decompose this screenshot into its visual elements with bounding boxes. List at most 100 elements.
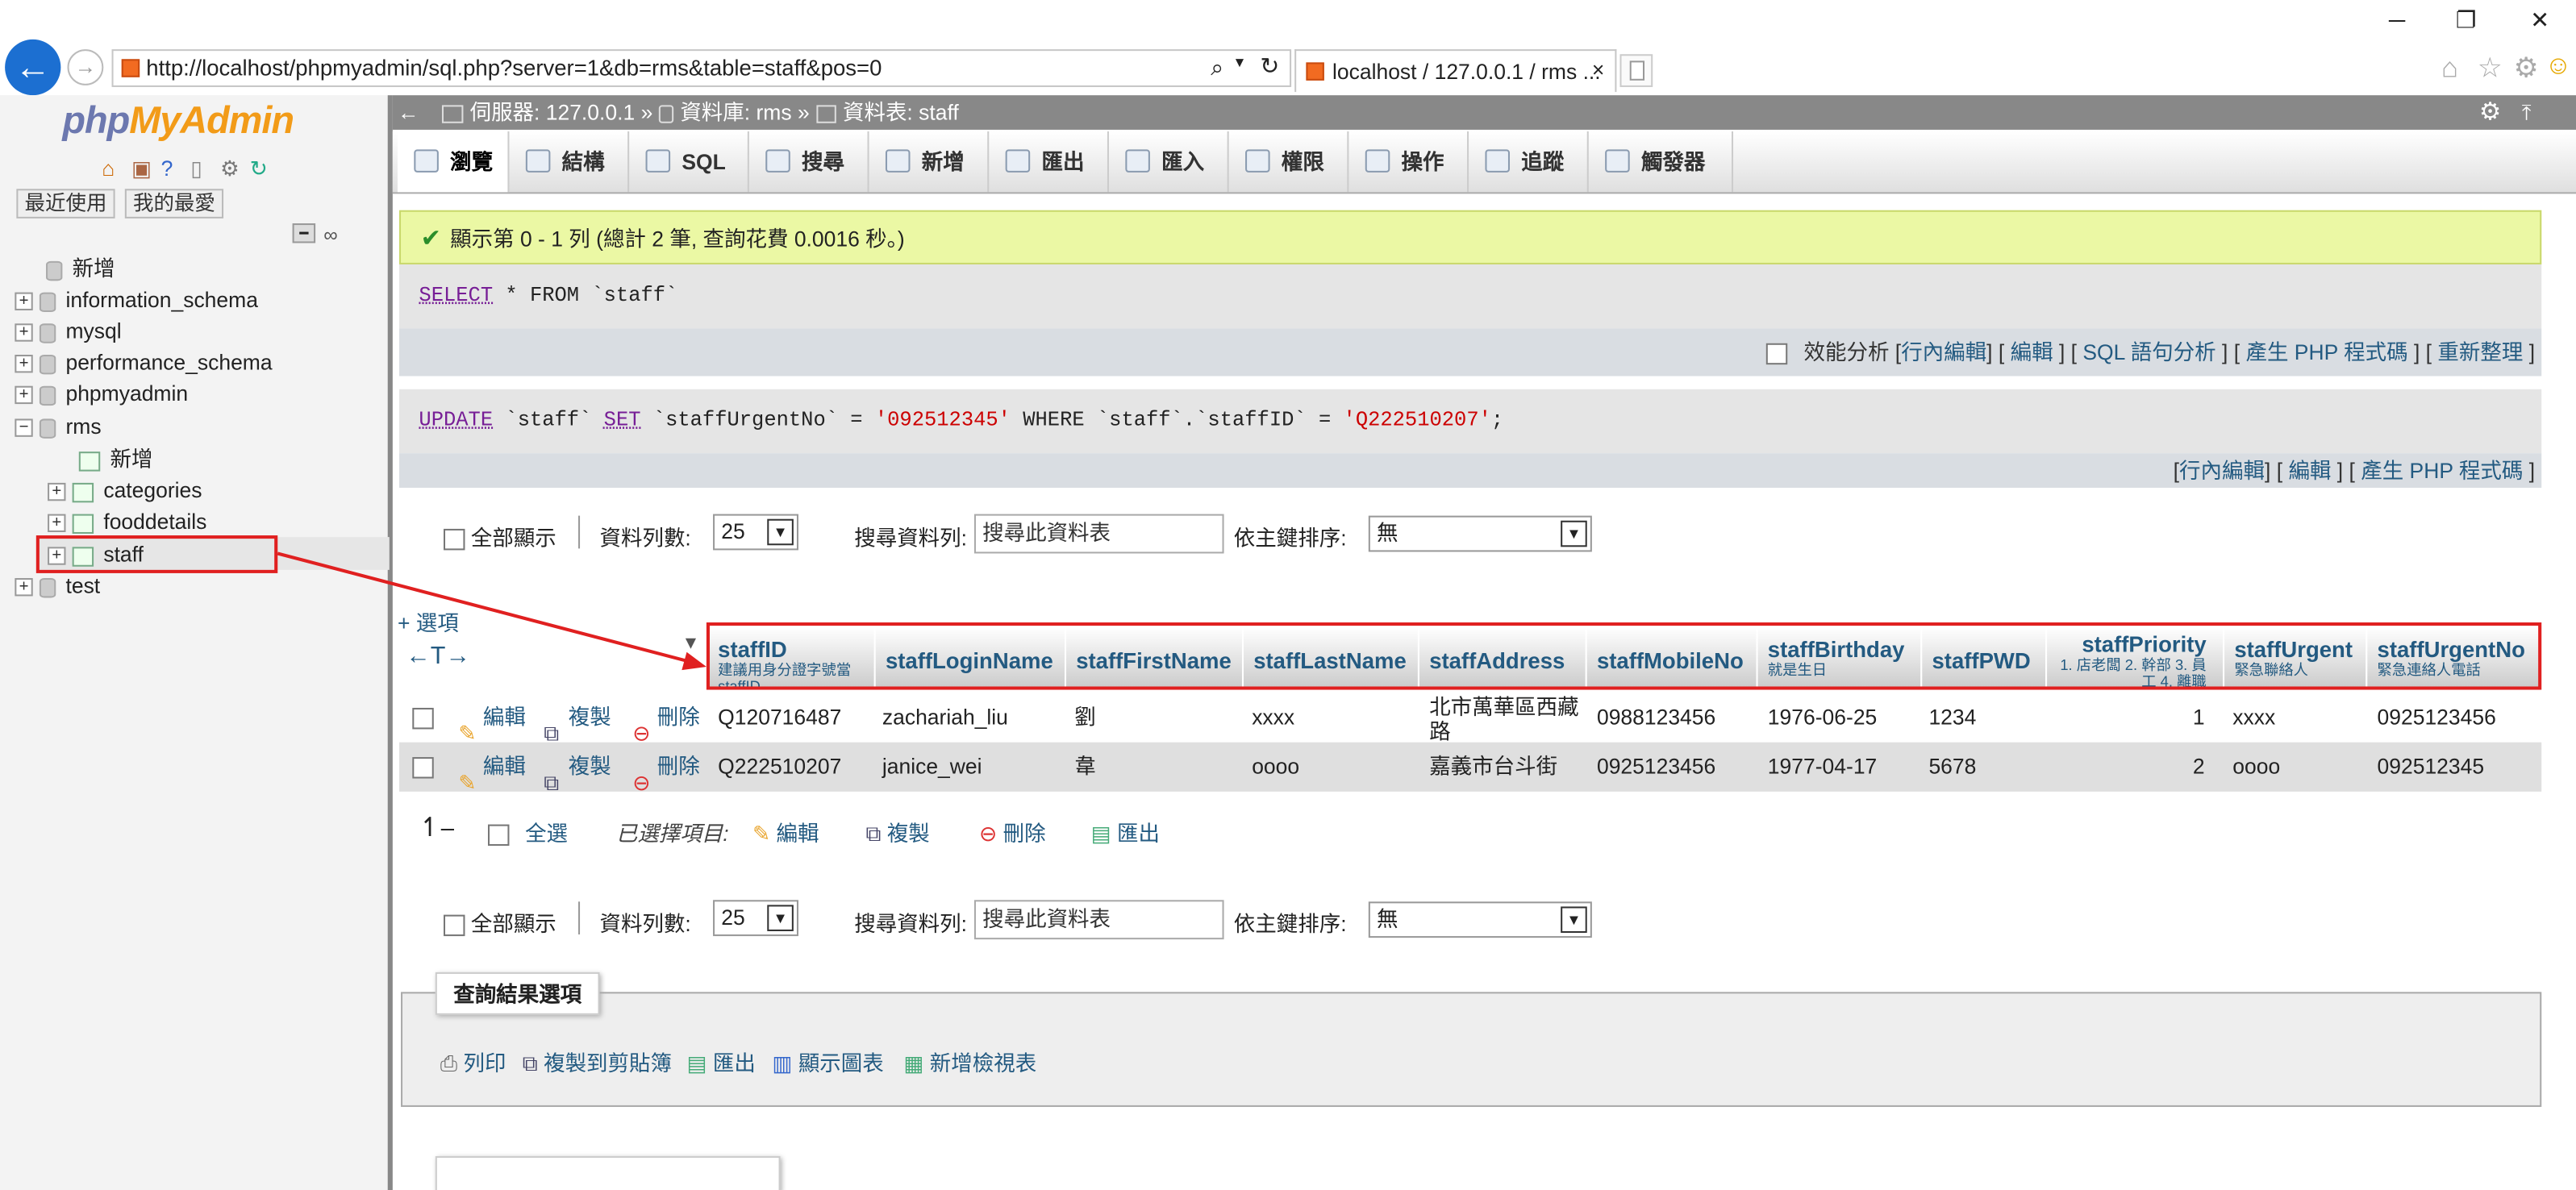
display-chart-link[interactable]: ▥ 顯示圖表 [772, 1046, 883, 1078]
favorite-tables-button[interactable]: 我的最愛 [124, 189, 224, 218]
tree-item-test[interactable]: + test [15, 570, 100, 601]
expand-icon[interactable]: + [15, 355, 33, 373]
copy-row-link[interactable]: ⧉複製 [544, 693, 611, 745]
explain-sql-link[interactable]: SQL 語句分析 [2082, 340, 2215, 365]
sidebar-resizer[interactable] [387, 95, 393, 1190]
tab-search[interactable]: 搜尋 [749, 131, 869, 193]
cell-address[interactable]: 北市萬華區西藏路 [1429, 695, 1587, 744]
tree-item-mysql[interactable]: + mysql [15, 315, 122, 347]
edit-link[interactable]: 編輯 [2011, 340, 2053, 365]
tree-item-new-db[interactable]: 新增 [46, 253, 115, 285]
collapse-sidebar-icon[interactable]: ← [398, 95, 419, 130]
cell-firstname[interactable]: 劉 [1074, 693, 1096, 743]
cell-address[interactable]: 嘉義市台斗街 [1429, 743, 1557, 792]
create-php-code-link[interactable]: 產生 PHP 程式碼 [2245, 340, 2407, 365]
settings-gear-icon[interactable]: ⚙ [2479, 95, 2501, 130]
tree-item-categories[interactable]: + categories [48, 475, 202, 506]
tab-export[interactable]: 匯出 [989, 131, 1109, 193]
tab-sql[interactable]: SQL [629, 131, 749, 193]
phpmyadmin-logo[interactable]: phpMyAdmin [62, 98, 294, 143]
cell-login[interactable]: janice_wei [882, 743, 982, 792]
close-tab-icon[interactable]: × [1592, 57, 1604, 82]
recent-tables-button[interactable]: 最近使用 [16, 189, 115, 218]
expand-icon[interactable]: + [15, 292, 33, 311]
show-all-checkbox[interactable] [443, 914, 465, 937]
copy-to-clipboard-link[interactable]: ⧉ 複製到剪貼簿 [523, 1046, 672, 1078]
cell-lastname[interactable]: oooo [1252, 743, 1299, 792]
print-link[interactable]: ⎙ 列印 [440, 1046, 506, 1078]
dropdown-arrow-icon[interactable]: ▾ [1236, 54, 1244, 72]
column-dropdown-icon[interactable]: ▼ [682, 634, 699, 653]
expand-icon[interactable]: + [15, 323, 33, 342]
collapse-all-icon[interactable]: ━ [292, 223, 316, 243]
cell-urgentno[interactable]: 092512345 [2378, 743, 2485, 792]
expand-icon[interactable]: + [48, 483, 66, 501]
cell-priority[interactable]: 2 [2047, 743, 2205, 792]
tree-item-phpmyadmin[interactable]: + phpmyadmin [15, 378, 188, 410]
cell-urgent[interactable]: oooo [2232, 743, 2280, 792]
forward-button[interactable]: → [67, 49, 104, 85]
cell-birthday[interactable]: 1977-04-17 [1768, 743, 1877, 792]
tab-import[interactable]: 匯入 [1109, 131, 1229, 193]
create-php-code-link[interactable]: 產生 PHP 程式碼 [2361, 458, 2523, 483]
cell-priority[interactable]: 1 [2047, 693, 2205, 743]
refresh-icon[interactable]: ↻ [1260, 52, 1279, 81]
bulk-copy-button[interactable]: ⧉ 複製 [865, 816, 929, 847]
cell-lastname[interactable]: xxxx [1252, 693, 1294, 743]
collapse-icon[interactable]: − [15, 418, 33, 437]
row-checkbox[interactable] [412, 743, 434, 792]
breadcrumb-server[interactable]: 伺服器: 127.0.0.1 » [441, 95, 652, 130]
tab-structure[interactable]: 結構 [509, 131, 630, 193]
sql-keyword-update[interactable]: UPDATE [419, 409, 493, 432]
check-all-checkbox[interactable] [487, 824, 510, 847]
tree-item-performance-schema[interactable]: + performance_schema [15, 347, 273, 378]
expand-icon[interactable]: + [15, 578, 33, 597]
bulk-export-button[interactable]: ▤ 匯出 [1091, 816, 1160, 847]
show-all-control[interactable]: 全部顯示 [443, 521, 556, 552]
cell-pwd[interactable]: 5678 [1928, 743, 1976, 792]
cell-firstname[interactable]: 韋 [1074, 743, 1096, 792]
cell-staffid[interactable]: Q120716487 [718, 693, 841, 743]
sql-keyword-set[interactable]: SET [604, 409, 641, 432]
cell-urgent[interactable]: xxxx [2232, 693, 2275, 743]
back-button[interactable]: ← [5, 39, 61, 96]
settings-icon[interactable]: ⚙ [220, 156, 250, 182]
column-visibility-arrows-icon[interactable]: ←T→ [406, 642, 470, 670]
rows-select[interactable]: 25 ▼ [713, 514, 798, 551]
edit-link[interactable]: 編輯 [2288, 458, 2331, 483]
bulk-delete-button[interactable]: ⊖ 刪除 [979, 816, 1046, 847]
edit-row-link[interactable]: ✎編輯 [458, 693, 526, 745]
delete-row-link[interactable]: ⊖刪除 [632, 743, 700, 794]
row-checkbox[interactable] [412, 693, 434, 743]
new-tab-button[interactable] [1619, 54, 1653, 87]
cell-pwd[interactable]: 1234 [1928, 693, 1976, 743]
cell-login[interactable]: zachariah_liu [882, 693, 1008, 743]
rows-select[interactable]: 25 ▼ [713, 900, 798, 937]
copy-row-link[interactable]: ⧉複製 [544, 743, 611, 794]
expand-icon[interactable]: + [15, 385, 33, 405]
inline-edit-link[interactable]: 行內編輯 [1901, 340, 1986, 365]
export-link[interactable]: ▤ 匯出 [686, 1046, 755, 1078]
refresh-link[interactable]: 重新整理 [2437, 340, 2523, 365]
sort-select[interactable]: 無 ▼ [1368, 901, 1592, 938]
link-with-main-icon[interactable]: ∞ [323, 223, 337, 247]
cell-birthday[interactable]: 1976-06-25 [1768, 693, 1877, 743]
reload-icon[interactable]: ↻ [250, 156, 280, 182]
bulk-edit-button[interactable]: ✎ 編輯 [752, 816, 819, 847]
tab-browse[interactable]: 瀏覽 [397, 131, 510, 193]
smiley-icon[interactable]: ☺ [2545, 52, 2571, 82]
profiling-checkbox[interactable] [1766, 343, 1788, 365]
collapse-top-icon[interactable]: ⤒ [2522, 95, 2532, 130]
tab-triggers[interactable]: 觸發器 [1589, 131, 1734, 193]
show-all-control[interactable]: 全部顯示 [443, 906, 556, 938]
minimize-button[interactable]: ─ [2381, 6, 2414, 33]
sort-select[interactable]: 無 ▼ [1368, 515, 1592, 552]
home-icon[interactable]: ⌂ [2441, 52, 2458, 85]
cell-mobile[interactable]: 0925123456 [1597, 743, 1715, 792]
exit-icon[interactable]: ▣ [131, 156, 161, 182]
star-icon[interactable]: ☆ [2478, 52, 2503, 85]
filter-rows-input[interactable]: 搜尋此資料表 [973, 514, 1224, 554]
tree-item-fooddetails[interactable]: + fooddetails [48, 506, 206, 537]
breadcrumb-database[interactable]: 資料庫: rms » [658, 95, 810, 130]
inline-edit-link[interactable]: 行內編輯 [2179, 458, 2265, 483]
